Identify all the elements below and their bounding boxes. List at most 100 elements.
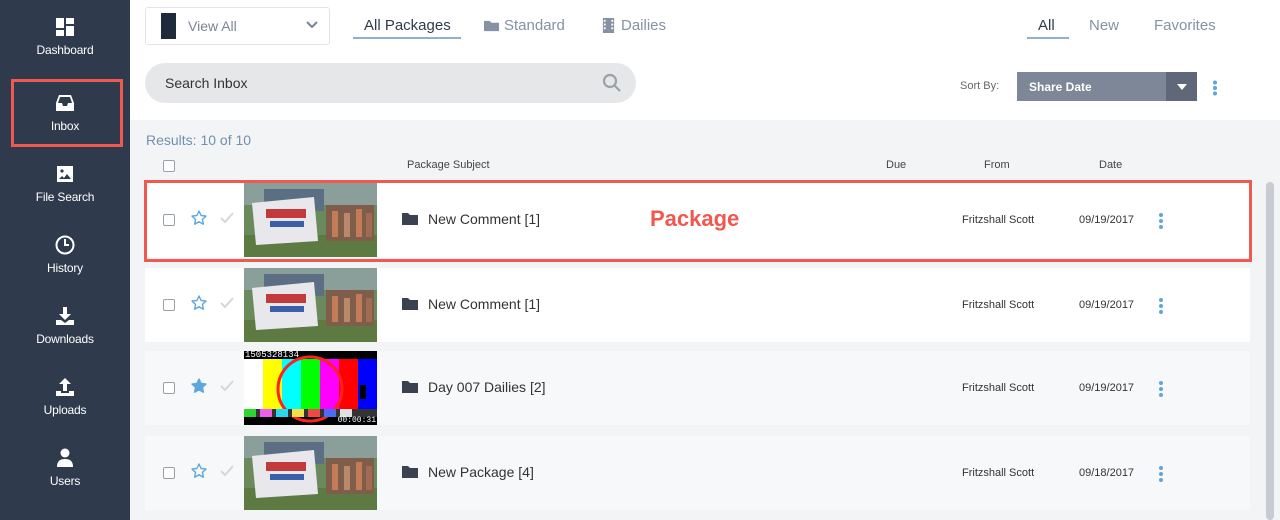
sidebar-item-label: Inbox: [50, 119, 80, 133]
sort-value: Share Date: [1029, 79, 1092, 94]
package-subject[interactable]: New Comment [1]: [428, 211, 540, 227]
star-filled-icon[interactable]: [191, 378, 207, 394]
toolbar: View All All Packages Standard Dailies A…: [130, 0, 1280, 120]
filter-underline: [1027, 37, 1069, 39]
sidebar-item-label: Downloads: [36, 332, 94, 346]
tab-label: Dailies: [621, 17, 667, 34]
sidebar-item-label: Users: [49, 474, 81, 488]
column-header-due: Due: [886, 159, 907, 171]
package-date: 09/18/2017: [1079, 467, 1135, 479]
row-checkbox[interactable]: [163, 467, 175, 479]
folder-icon: [402, 465, 418, 478]
package-row[interactable]: New Package [4] Fritzshall Scott 09/18/2…: [145, 436, 1250, 510]
check-icon: [220, 212, 234, 224]
filter-label: All: [1038, 17, 1055, 34]
scrollbar[interactable]: [1266, 182, 1274, 520]
user-icon: [57, 448, 73, 467]
folder-icon: [484, 20, 499, 32]
results-count: Results: 10 of 10: [146, 132, 252, 148]
column-header-date: Date: [1099, 159, 1123, 171]
sort-label: Sort By:: [960, 80, 1000, 92]
sidebar-item-label: Dashboard: [36, 43, 94, 57]
package-thumbnail[interactable]: 1505328134 00:00:31: [244, 351, 377, 425]
tab-dailies[interactable]: Dailies: [601, 17, 666, 34]
filter-label: Favorites: [1154, 17, 1216, 34]
package-subject[interactable]: New Comment [1]: [428, 296, 540, 312]
sidebar-item-users[interactable]: Users: [0, 433, 130, 503]
sidebar-item-history[interactable]: History: [0, 220, 130, 290]
inbox-icon: [56, 95, 74, 111]
package-from: Fritzshall Scott: [962, 299, 1035, 311]
search-icon[interactable]: [602, 73, 622, 93]
package-row[interactable]: New Comment [1] Fritzshall Scott 09/19/2…: [145, 268, 1250, 342]
more-options-icon[interactable]: [1157, 465, 1165, 483]
filter-label: New: [1089, 17, 1120, 34]
package-date: 09/19/2017: [1079, 214, 1135, 226]
caret-down-icon: [1166, 72, 1197, 101]
package-from: Fritzshall Scott: [962, 467, 1035, 479]
sidebar-item-label: History: [47, 261, 83, 275]
folder-icon: [402, 380, 418, 393]
sidebar-item-label: Uploads: [43, 403, 87, 417]
star-outline-icon[interactable]: [191, 463, 207, 479]
sidebar-item-label: File Search: [35, 190, 95, 204]
image-icon: [57, 166, 73, 182]
search-placeholder: Search Inbox: [165, 75, 248, 91]
check-icon: [220, 297, 234, 309]
view-select[interactable]: View All: [145, 7, 330, 45]
package-thumbnail[interactable]: [244, 436, 377, 510]
column-header-from: From: [984, 159, 1010, 171]
tab-label: All Packages: [364, 17, 451, 34]
more-options-icon[interactable]: [1211, 80, 1219, 96]
select-all-checkbox[interactable]: [163, 160, 175, 172]
package-annotation: Package: [650, 206, 740, 231]
tab-all-packages[interactable]: All Packages: [364, 17, 451, 34]
more-options-icon[interactable]: [1157, 297, 1165, 315]
color-bars-image: [244, 351, 377, 425]
download-icon: [56, 307, 74, 325]
check-icon: [220, 465, 234, 477]
filter-new[interactable]: New: [1089, 17, 1119, 34]
column-header-subject: Package Subject: [407, 159, 490, 171]
more-options-icon[interactable]: [1157, 212, 1165, 230]
clock-icon: [55, 235, 75, 255]
package-from: Fritzshall Scott: [962, 214, 1035, 226]
tab-standard[interactable]: Standard: [484, 17, 565, 34]
chevron-down-icon: [305, 18, 319, 32]
package-thumbnail[interactable]: [244, 183, 377, 257]
folder-icon: [402, 297, 418, 310]
row-checkbox[interactable]: [163, 299, 175, 311]
check-icon: [220, 380, 234, 392]
row-checkbox[interactable]: [163, 214, 175, 226]
package-from: Fritzshall Scott: [962, 382, 1035, 394]
sidebar: Dashboard Inbox File Search History Down…: [0, 0, 130, 520]
row-checkbox[interactable]: [163, 382, 175, 394]
sidebar-item-dashboard[interactable]: Dashboard: [0, 2, 130, 72]
star-outline-icon[interactable]: [191, 295, 207, 311]
tab-label: Standard: [504, 17, 565, 34]
package-thumbnail[interactable]: [244, 268, 377, 342]
star-outline-icon[interactable]: [191, 210, 207, 226]
package-subject[interactable]: Day 007 Dailies [2]: [428, 379, 546, 395]
package-subject[interactable]: New Package [4]: [428, 464, 534, 480]
sort-select[interactable]: Share Date: [1017, 72, 1197, 101]
filter-all[interactable]: All: [1038, 17, 1055, 34]
package-date: 09/19/2017: [1079, 299, 1135, 311]
sidebar-item-inbox[interactable]: Inbox: [0, 78, 130, 148]
sidebar-item-downloads[interactable]: Downloads: [0, 291, 130, 361]
search-input[interactable]: Search Inbox: [145, 63, 636, 103]
sidebar-item-file-search[interactable]: File Search: [0, 149, 130, 219]
upload-icon: [56, 378, 74, 396]
sidebar-item-uploads[interactable]: Uploads: [0, 362, 130, 432]
film-icon: [602, 18, 615, 33]
package-date: 09/19/2017: [1079, 382, 1135, 394]
tab-underline: [353, 37, 461, 39]
thumb-timecode: 00:00:31: [337, 416, 376, 425]
more-options-icon[interactable]: [1157, 380, 1165, 398]
view-select-value: View All: [188, 18, 237, 34]
package-row[interactable]: 1505328134 00:00:31 Day 007 Dailies [2] …: [145, 351, 1250, 425]
thumb-id-text: 1505328134: [245, 351, 300, 360]
folder-icon: [402, 212, 418, 225]
filter-favorites[interactable]: Favorites: [1154, 17, 1216, 34]
view-color-swatch: [161, 13, 176, 39]
